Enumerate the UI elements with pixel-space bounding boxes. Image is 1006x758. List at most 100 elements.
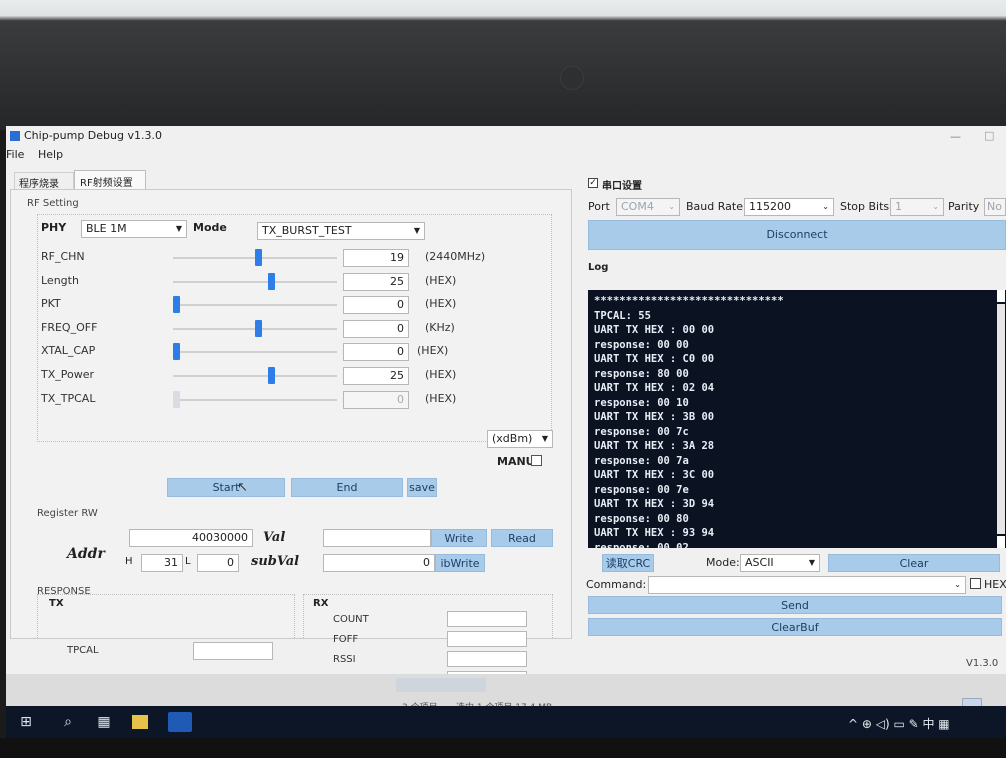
chevron-down-icon: ▼	[808, 558, 815, 567]
log-line: UART TX HEX : 93 94	[594, 527, 715, 539]
rx-item-label: RSSI	[333, 654, 356, 665]
command-input[interactable]: ⌄	[648, 576, 966, 594]
windows-start-icon[interactable]: ⊞	[12, 706, 40, 738]
minimize-button[interactable]: —	[950, 130, 961, 143]
system-tray[interactable]: ^ ⊕ ◁) ▭ ✎ 中 ▦	[848, 715, 950, 732]
subval-input[interactable]: 0	[323, 554, 435, 572]
chevron-down-icon: ⌄	[668, 202, 675, 211]
parity-label: Parity	[948, 200, 980, 213]
port-select[interactable]: COM4 ⌄	[616, 198, 680, 216]
baud-select[interactable]: 115200 ⌄	[744, 198, 834, 216]
webcam	[560, 66, 584, 90]
menu-file[interactable]: File	[6, 148, 24, 161]
stopbits-value: 1	[895, 200, 902, 213]
log-line: response: 00 7c	[594, 425, 689, 438]
tpcal-label: TPCAL	[67, 645, 99, 656]
scroll-down-icon	[997, 536, 1005, 548]
param-slider-thumb[interactable]	[255, 249, 262, 266]
l-label: L	[185, 556, 191, 567]
subval-label: subVal	[251, 554, 300, 569]
chevron-down-icon: ⌄	[822, 202, 829, 211]
hex-checkbox[interactable]	[970, 578, 981, 589]
clearbuf-button[interactable]: ClearBuf	[588, 618, 1002, 636]
param-slider-track[interactable]	[173, 398, 337, 401]
log-line: UART TX HEX : 3A 28	[594, 440, 715, 452]
start-button[interactable]: Start	[167, 478, 285, 497]
scroll-up-icon	[997, 290, 1005, 302]
param-slider-thumb[interactable]	[173, 296, 180, 314]
val-input[interactable]	[323, 529, 431, 547]
send-button[interactable]: Send	[588, 596, 1002, 614]
power-unit-value: (xdBm)	[492, 432, 533, 445]
tab-program[interactable]: 程序烧录	[14, 172, 74, 190]
search-icon[interactable]: ⌕	[54, 706, 82, 738]
log-output[interactable]: ****************************** TPCAL: 55 U…	[588, 290, 996, 548]
power-unit-select[interactable]: (xdBm) ▼	[487, 430, 553, 448]
serial-checkbox[interactable]: ✓	[588, 178, 598, 188]
param-slider-track[interactable]	[173, 375, 337, 377]
end-button[interactable]: End	[291, 478, 403, 497]
rx-item-output	[447, 611, 527, 627]
param-slider-thumb[interactable]	[255, 319, 262, 337]
menu-help[interactable]: Help	[38, 148, 63, 161]
parity-select[interactable]: No	[984, 198, 1006, 216]
command-label: Command:	[586, 578, 647, 591]
read-button[interactable]: Read	[491, 529, 553, 547]
log-line: response: 00 7e	[594, 483, 689, 496]
param-value-input[interactable]: 19	[343, 249, 409, 267]
l-input[interactable]: 0	[197, 554, 239, 572]
log-line: response: 00 7a	[594, 454, 689, 467]
disconnect-button[interactable]: Disconnect	[588, 220, 1006, 250]
param-unit: (HEX)	[425, 273, 457, 287]
maximize-button[interactable]: □	[984, 129, 994, 142]
scroll-thumb[interactable]	[997, 304, 1005, 534]
stopbits-select[interactable]: 1 ⌄	[890, 198, 944, 216]
h-input[interactable]: 31	[141, 554, 183, 572]
rf-setting-title: RF Setting	[27, 198, 79, 209]
log-line: UART TX HEX : 3C 00	[594, 469, 715, 481]
param-value-input[interactable]: 25	[343, 272, 409, 291]
param-unit: (2440MHz)	[425, 250, 486, 263]
app-taskbar-icon[interactable]	[168, 712, 192, 732]
rx-item-label: FOFF	[333, 634, 359, 645]
log-scrollbar[interactable]	[996, 290, 1006, 548]
write-button[interactable]: Write	[431, 529, 487, 547]
bwrite-button[interactable]: ibWrite	[435, 554, 485, 572]
calculator-icon[interactable]: ▦	[90, 706, 118, 738]
param-label: TX_TPCAL	[41, 391, 96, 405]
param-slider-track[interactable]	[173, 351, 337, 354]
read-crc-button[interactable]: 读取CRC	[602, 554, 654, 572]
phy-select[interactable]: BLE 1M ▼	[81, 220, 187, 238]
tpcal-output	[193, 642, 273, 660]
param-label: Length	[41, 273, 79, 287]
param-slider-thumb[interactable]	[268, 367, 276, 384]
param-value-input[interactable]: 25	[343, 367, 409, 385]
log-line: response: 00 02	[594, 541, 689, 549]
folder-icon[interactable]	[132, 715, 148, 729]
param-slider-thumb[interactable]	[173, 390, 180, 408]
taskbar: ⊞ ⌕ ▦ ^ ⊕ ◁) ▭ ✎ 中 ▦	[6, 706, 1006, 738]
version-label: V1.3.0	[966, 658, 999, 669]
param-value-input[interactable]: 0	[343, 319, 409, 338]
mode-select[interactable]: TX_BURST_TEST ▼	[257, 222, 425, 240]
rx-item-output	[447, 631, 527, 647]
clear-button[interactable]: Clear	[828, 554, 1000, 572]
save-button[interactable]: save	[407, 478, 437, 497]
log-line: TPCAL: 55	[594, 309, 651, 322]
window-title: Chip-pump Debug v1.3.0	[24, 129, 162, 142]
addr-input[interactable]: 40030000	[129, 529, 253, 547]
tab-rf-settings[interactable]: RF射频设置	[74, 170, 146, 190]
param-value-input[interactable]: 0	[343, 390, 409, 409]
param-value-input[interactable]: 0	[343, 296, 409, 315]
log-mode-select[interactable]: ASCII ▼	[740, 554, 820, 572]
serial-settings-label: 串口设置	[602, 181, 642, 192]
param-slider-thumb[interactable]	[173, 343, 180, 361]
app-window: Chip-pump Debug v1.3.0 — □ File Help 程序烧…	[6, 126, 1006, 687]
param-slider-thumb[interactable]	[268, 272, 276, 290]
param-slider-track[interactable]	[173, 280, 337, 283]
rx-item-label: COUNT	[333, 614, 369, 625]
param-slider-track[interactable]	[173, 304, 337, 307]
manu-checkbox[interactable]	[531, 455, 542, 466]
param-value-input[interactable]: 0	[343, 343, 409, 362]
rf-panel: RF Setting PHY BLE 1M ▼ Mode TX_BURST_TE…	[10, 189, 572, 687]
